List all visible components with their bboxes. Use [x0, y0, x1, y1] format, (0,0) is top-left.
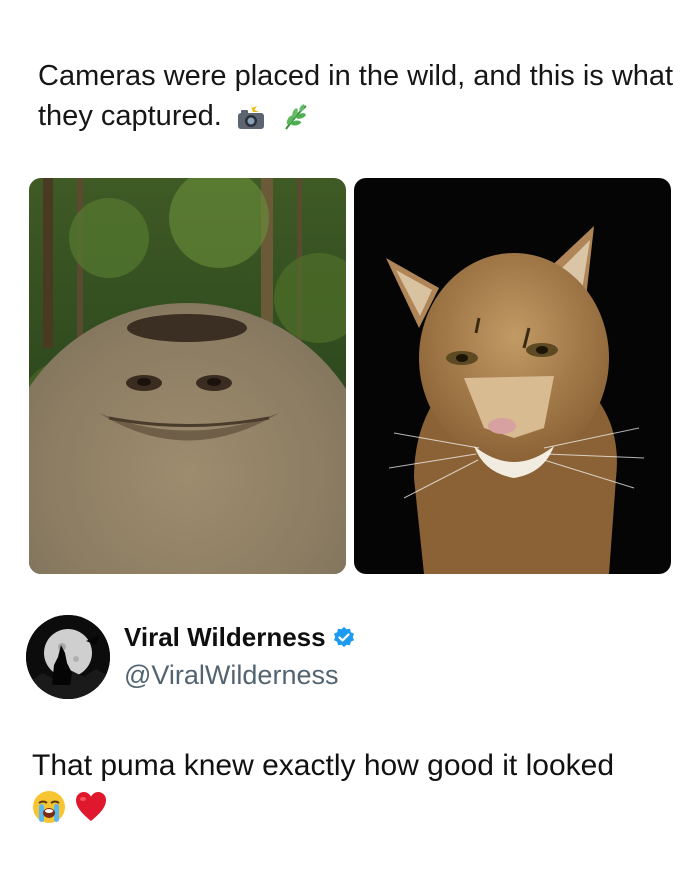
puma-night-photo [354, 178, 671, 574]
caption-text: Cameras were placed in the wild, and thi… [38, 60, 674, 132]
herb-icon [280, 102, 310, 142]
post-caption: Cameras were placed in the wild, and thi… [38, 56, 678, 142]
tweet-author[interactable]: Viral Wilderness [124, 622, 356, 653]
red-heart-icon [74, 790, 108, 829]
monkey-selfie-photo [29, 178, 346, 574]
tweet-emojis [32, 790, 108, 829]
avatar[interactable] [26, 615, 110, 699]
verified-badge-icon [332, 626, 356, 650]
display-name[interactable]: Viral Wilderness [124, 622, 326, 653]
tweet-text: That puma knew exactly how good it looke… [32, 749, 614, 782]
handle[interactable]: @ViralWilderness [124, 660, 338, 691]
camera-flash-icon [236, 102, 266, 142]
loudly-crying-face-icon [32, 790, 66, 829]
